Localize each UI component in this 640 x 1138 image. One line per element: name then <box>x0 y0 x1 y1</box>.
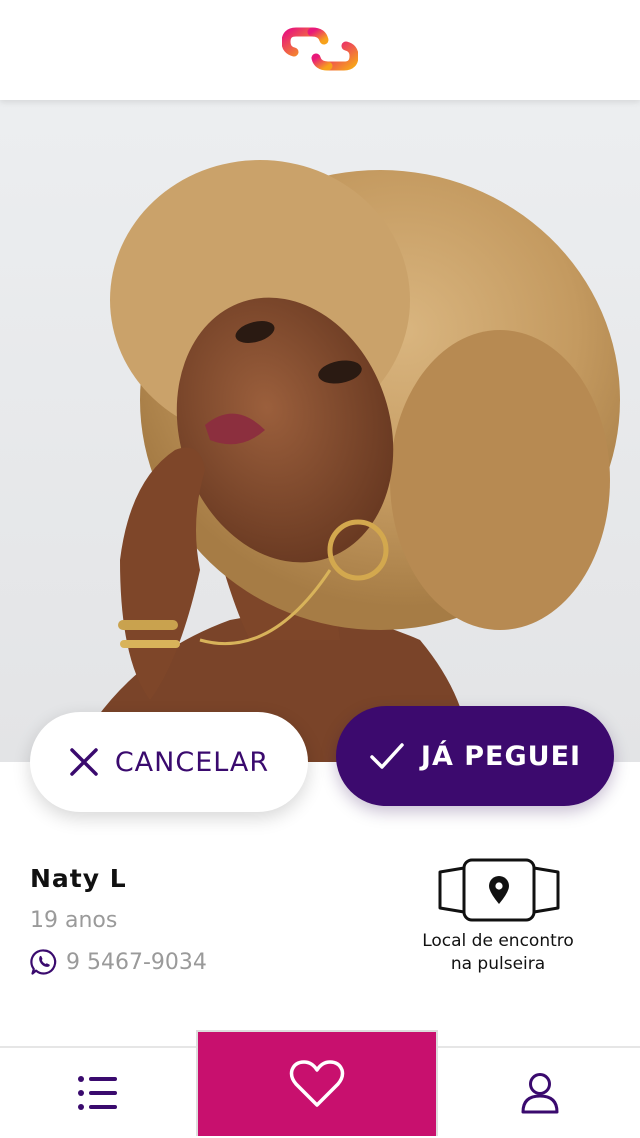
meeting-label-line2: na pulseira <box>450 954 546 974</box>
nav-favorites-button[interactable] <box>196 1030 438 1136</box>
profile-age: 19 anos <box>30 908 118 933</box>
confirm-button[interactable]: JÁ PEGUEI <box>336 706 614 806</box>
confirm-button-label: JÁ PEGUEI <box>420 740 582 772</box>
profile-name: Naty L <box>30 864 127 893</box>
list-icon <box>78 1076 117 1110</box>
nav-profile-button[interactable] <box>440 1048 640 1138</box>
profile-phone: 9 5467-9034 <box>66 949 207 975</box>
whatsapp-icon <box>30 949 57 975</box>
cancel-button-label: CANCELAR <box>114 746 270 778</box>
chain-link-logo-icon <box>282 27 358 71</box>
profile-photo <box>0 100 640 762</box>
close-icon <box>70 748 98 776</box>
cancel-button[interactable]: CANCELAR <box>30 712 308 812</box>
phone-row[interactable]: 9 5467-9034 <box>30 948 207 976</box>
check-icon <box>370 743 404 769</box>
nav-list-button[interactable] <box>0 1048 196 1138</box>
user-icon <box>521 1073 559 1114</box>
meeting-label-line1: Local de encontro <box>422 931 574 951</box>
app-header <box>0 0 640 100</box>
bracelet-location-icon[interactable] <box>436 858 562 922</box>
meeting-location-label: Local de encontro na pulseira <box>398 930 598 976</box>
portrait-illustration <box>70 160 620 762</box>
heart-icon <box>289 1060 345 1107</box>
